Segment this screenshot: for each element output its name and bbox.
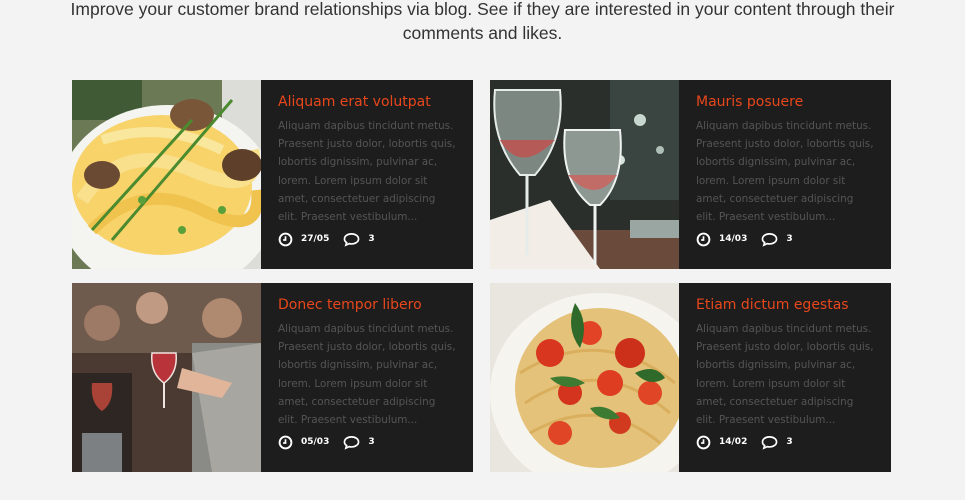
clock-icon	[696, 232, 711, 246]
post-content: Donec tempor libero Aliquam dapibus tinc…	[278, 283, 458, 430]
section-intro: Improve your customer brand relationship…	[0, 0, 965, 45]
post-content: Mauris posuere Aliquam dapibus tincidunt…	[696, 80, 876, 227]
comment-bubble-icon	[343, 435, 360, 450]
post-thumbnail-pasta[interactable]	[72, 80, 261, 269]
intro-line-2: comments and likes.	[402, 23, 563, 43]
clock-icon	[696, 435, 711, 449]
post-thumbnail-spaghetti[interactable]	[490, 283, 679, 472]
post-date: 14/03	[719, 234, 748, 244]
post-content: Aliquam erat volutpat Aliquam dapibus ti…	[278, 80, 458, 227]
blog-card[interactable]: Etiam dictum egestas Aliquam dapibus tin…	[490, 283, 891, 472]
post-thumbnail-wine[interactable]	[490, 80, 679, 269]
wine-glasses-photo	[490, 80, 679, 269]
post-date: 05/03	[301, 437, 330, 447]
blog-card[interactable]: Mauris posuere Aliquam dapibus tincidunt…	[490, 80, 891, 269]
post-comment-count[interactable]: 3	[786, 437, 792, 447]
comment-bubble-icon	[343, 232, 360, 247]
post-excerpt: Aliquam dapibus tincidunt metus. Praesen…	[696, 323, 874, 427]
post-title-link[interactable]: Mauris posuere	[696, 93, 876, 111]
post-comment-count[interactable]: 3	[368, 437, 374, 447]
comment-bubble-icon	[761, 435, 778, 450]
post-title-link[interactable]: Etiam dictum egestas	[696, 296, 876, 314]
spaghetti-photo	[490, 283, 679, 472]
post-excerpt: Aliquam dapibus tincidunt metus. Praesen…	[278, 120, 456, 224]
post-meta: 14/02 3	[696, 433, 793, 451]
blog-post-grid: Aliquam erat volutpat Aliquam dapibus ti…	[72, 80, 891, 472]
pasta-photo	[72, 80, 261, 269]
post-meta: 05/03 3	[278, 433, 375, 451]
post-date: 27/05	[301, 234, 330, 244]
clock-icon	[278, 435, 293, 449]
post-comment-count[interactable]: 3	[786, 234, 792, 244]
post-thumbnail-party[interactable]	[72, 283, 261, 472]
blog-card[interactable]: Donec tempor libero Aliquam dapibus tinc…	[72, 283, 473, 472]
blog-card[interactable]: Aliquam erat volutpat Aliquam dapibus ti…	[72, 80, 473, 269]
post-meta: 14/03 3	[696, 230, 793, 248]
post-title-link[interactable]: Donec tempor libero	[278, 296, 458, 314]
post-excerpt: Aliquam dapibus tincidunt metus. Praesen…	[696, 120, 874, 224]
post-excerpt: Aliquam dapibus tincidunt metus. Praesen…	[278, 323, 456, 427]
post-meta: 27/05 3	[278, 230, 375, 248]
clock-icon	[278, 232, 293, 246]
party-toast-photo	[72, 283, 261, 472]
post-date: 14/02	[719, 437, 748, 447]
comment-bubble-icon	[761, 232, 778, 247]
post-title-link[interactable]: Aliquam erat volutpat	[278, 93, 458, 111]
intro-line-1: Improve your customer brand relationship…	[70, 0, 895, 19]
post-comment-count[interactable]: 3	[368, 234, 374, 244]
post-content: Etiam dictum egestas Aliquam dapibus tin…	[696, 283, 876, 430]
